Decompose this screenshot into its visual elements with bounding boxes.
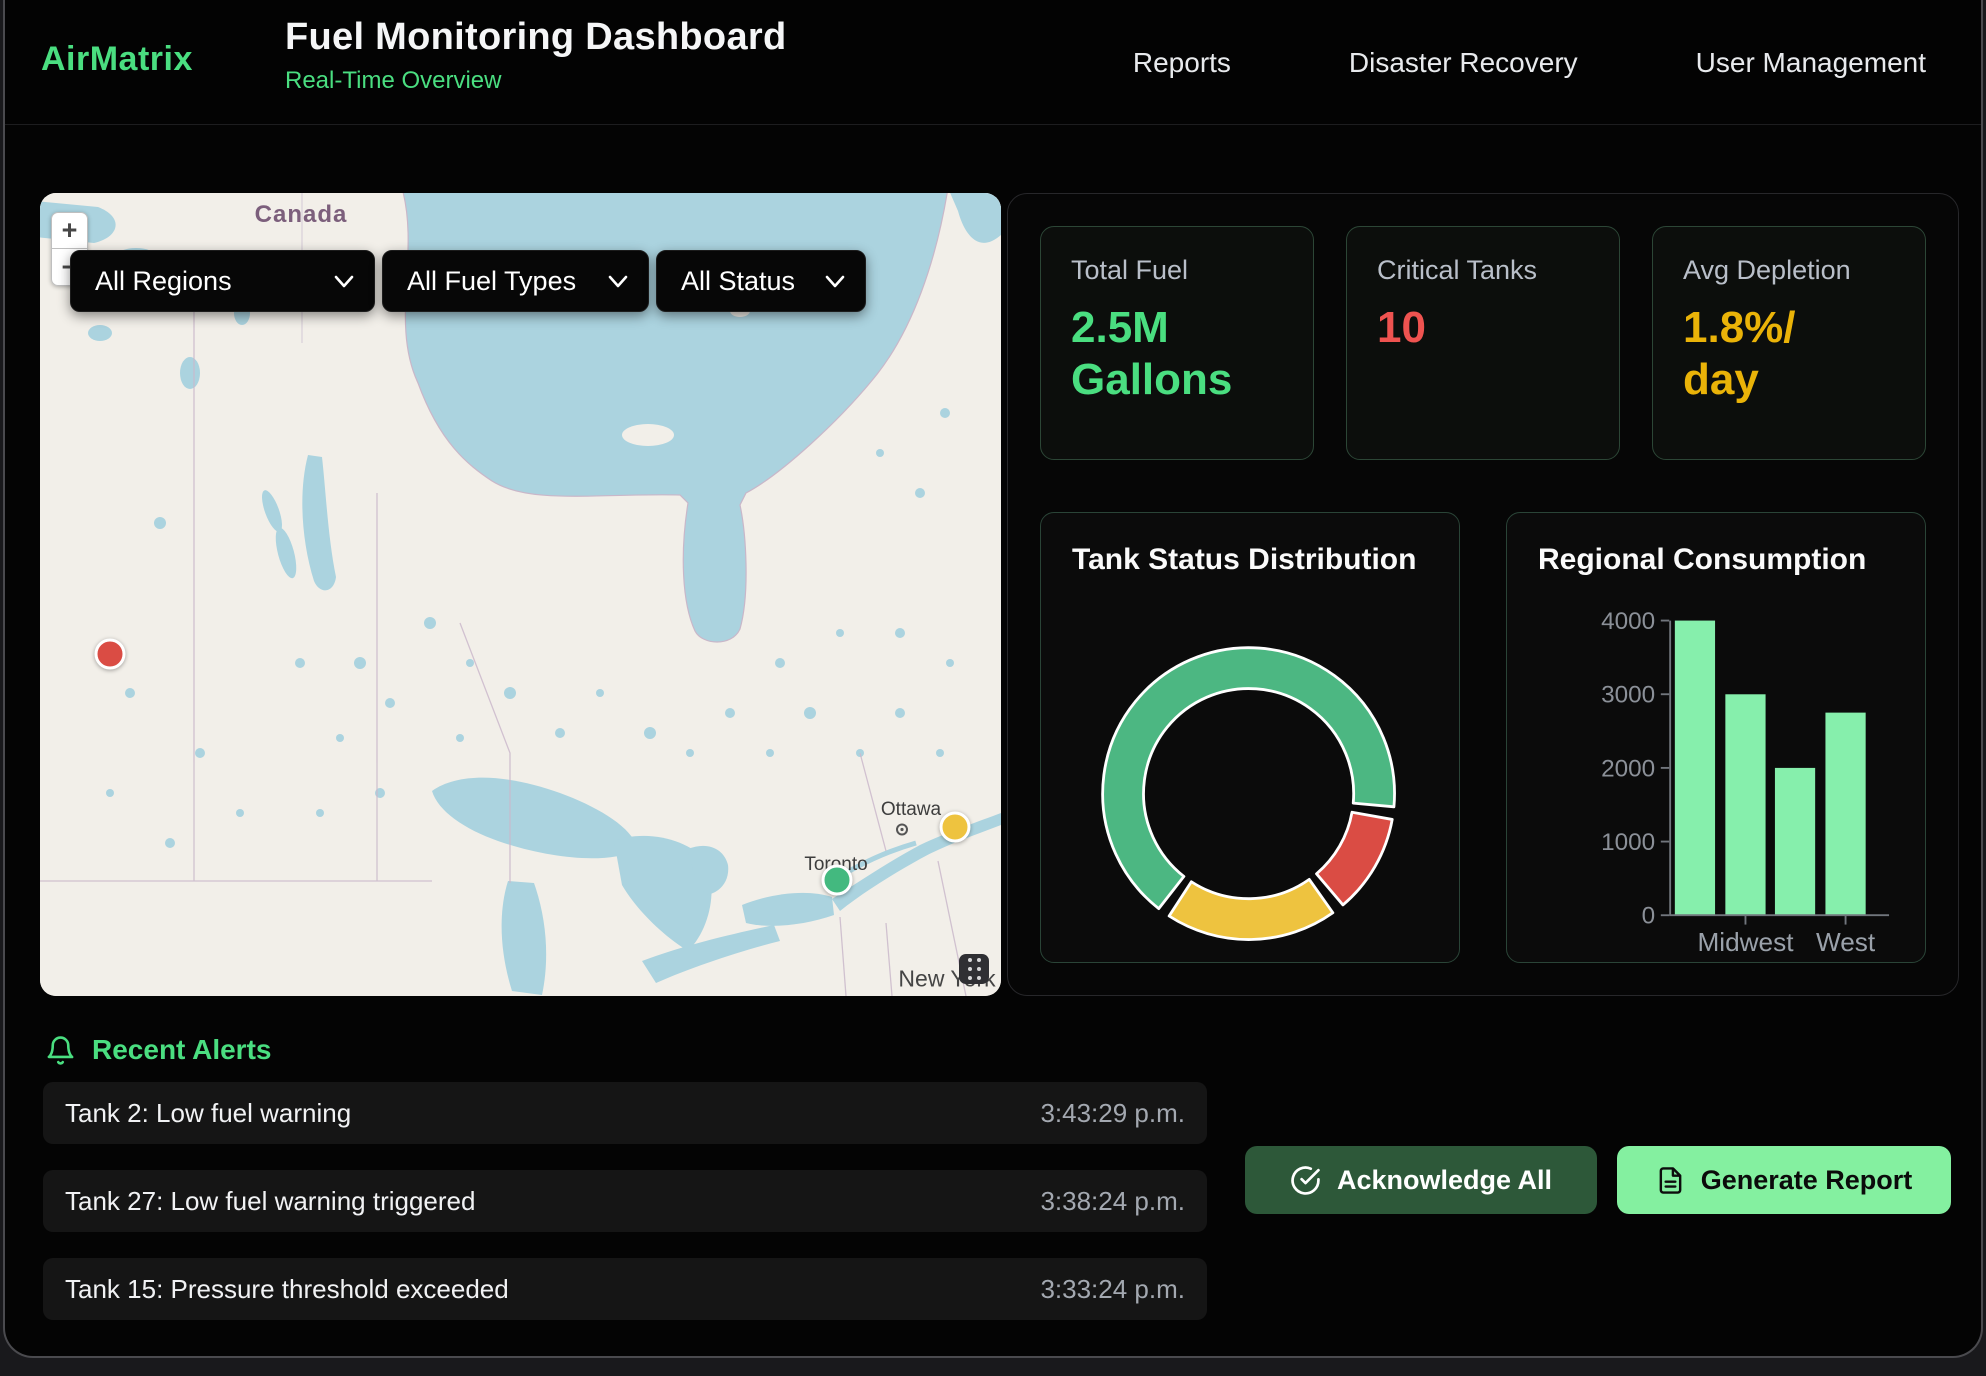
alert-text: Tank 27: Low fuel warning triggered	[65, 1186, 475, 1217]
chart-title: Tank Status Distribution	[1072, 543, 1416, 577]
page-title: Fuel Monitoring Dashboard	[285, 16, 786, 59]
nav-item-disaster-recovery[interactable]: Disaster Recovery	[1349, 47, 1578, 79]
fuel-type-filter-select[interactable]: All Fuel Types	[382, 250, 649, 312]
map-marker-normal[interactable]	[822, 865, 853, 896]
bell-icon	[45, 1035, 76, 1066]
status-filter-select[interactable]: All Status	[656, 250, 866, 312]
svg-text:1000: 1000	[1601, 829, 1655, 856]
stat-card-critical-tanks: Critical Tanks 10	[1346, 226, 1620, 460]
map[interactable]: Canada Ottawa Toronto New York + − All R…	[40, 193, 1001, 996]
nav-item-user-management[interactable]: User Management	[1696, 47, 1926, 79]
ottawa-town-icon	[895, 823, 909, 842]
title-block: Fuel Monitoring Dashboard Real-Time Over…	[285, 16, 786, 95]
acknowledge-all-button[interactable]: Acknowledge All	[1245, 1146, 1597, 1214]
alert-text: Tank 15: Pressure threshold exceeded	[65, 1274, 509, 1305]
chevron-down-icon	[825, 275, 845, 288]
stat-card-avg-depletion: Avg Depletion 1.8%/ day	[1652, 226, 1926, 460]
generate-report-label: Generate Report	[1701, 1165, 1913, 1196]
fuel-type-filter-value: All Fuel Types	[407, 266, 576, 297]
map-marker-critical[interactable]	[95, 639, 126, 670]
zoom-in-button[interactable]: +	[51, 212, 88, 249]
stat-label: Avg Depletion	[1683, 255, 1895, 286]
region-filter-value: All Regions	[95, 266, 232, 297]
chart-title: Regional Consumption	[1538, 543, 1866, 577]
svg-text:2000: 2000	[1601, 755, 1655, 782]
svg-text:Midwest: Midwest	[1697, 927, 1794, 957]
stat-value: 1.8%/ day	[1683, 302, 1895, 406]
brand-logo: AirMatrix	[41, 40, 193, 79]
stats-row: Total Fuel 2.5M Gallons Critical Tanks 1…	[1040, 226, 1926, 460]
dashboard-app: AirMatrix Fuel Monitoring Dashboard Real…	[3, 0, 1983, 1358]
map-marker-warning[interactable]	[940, 812, 971, 843]
alert-row[interactable]: Tank 27: Low fuel warning triggered 3:38…	[43, 1170, 1207, 1232]
alert-time: 3:43:29 p.m.	[1040, 1098, 1185, 1129]
screen: AirMatrix Fuel Monitoring Dashboard Real…	[0, 0, 1986, 1376]
chevron-down-icon	[334, 275, 354, 288]
map-resize-handle[interactable]	[959, 954, 989, 984]
region-filter-select[interactable]: All Regions	[70, 250, 375, 312]
alert-row[interactable]: Tank 15: Pressure threshold exceeded 3:3…	[43, 1258, 1207, 1320]
alert-time: 3:38:24 p.m.	[1040, 1186, 1185, 1217]
map-tiles	[40, 193, 1001, 996]
chevron-down-icon	[608, 275, 628, 288]
metrics-panel: Total Fuel 2.5M Gallons Critical Tanks 1…	[1007, 193, 1959, 996]
stat-label: Total Fuel	[1071, 255, 1283, 286]
stat-value: 2.5M Gallons	[1071, 302, 1283, 406]
svg-text:West: West	[1816, 927, 1876, 957]
stat-value: 10	[1377, 302, 1589, 354]
bar-chart: 0 1000 2000 3000 4000 Midwest West	[1507, 513, 1925, 962]
generate-report-button[interactable]: Generate Report	[1617, 1146, 1951, 1214]
alert-time: 3:33:24 p.m.	[1040, 1274, 1185, 1305]
stat-card-total-fuel: Total Fuel 2.5M Gallons	[1040, 226, 1314, 460]
check-circle-icon	[1290, 1165, 1321, 1196]
page-subtitle: Real-Time Overview	[285, 67, 786, 95]
acknowledge-all-label: Acknowledge All	[1337, 1165, 1552, 1196]
regional-consumption-chart-panel: Regional Consumption 0 1000 2000 3000 4000 Mi…	[1506, 512, 1926, 963]
header: AirMatrix Fuel Monitoring Dashboard Real…	[5, 0, 1981, 125]
alerts-heading: Recent Alerts	[45, 1034, 271, 1066]
nav-item-reports[interactable]: Reports	[1133, 47, 1231, 79]
status-filter-value: All Status	[681, 266, 795, 297]
svg-text:4000: 4000	[1601, 608, 1655, 635]
alerts-heading-label: Recent Alerts	[92, 1034, 271, 1066]
svg-text:3000: 3000	[1601, 682, 1655, 709]
main-nav: Reports Disaster Recovery User Managemen…	[1133, 0, 1926, 125]
svg-text:0: 0	[1642, 903, 1656, 930]
stat-label: Critical Tanks	[1377, 255, 1589, 286]
report-document-icon	[1656, 1166, 1685, 1195]
donut-chart	[1041, 513, 1459, 962]
tank-status-chart-panel: Tank Status Distribution	[1040, 512, 1460, 963]
map-filters: All Regions All Fuel Types All Status	[70, 250, 866, 312]
alert-text: Tank 2: Low fuel warning	[65, 1098, 351, 1129]
charts-row: Tank Status Distribution Regional Consum…	[1040, 512, 1926, 963]
alert-row[interactable]: Tank 2: Low fuel warning 3:43:29 p.m.	[43, 1082, 1207, 1144]
